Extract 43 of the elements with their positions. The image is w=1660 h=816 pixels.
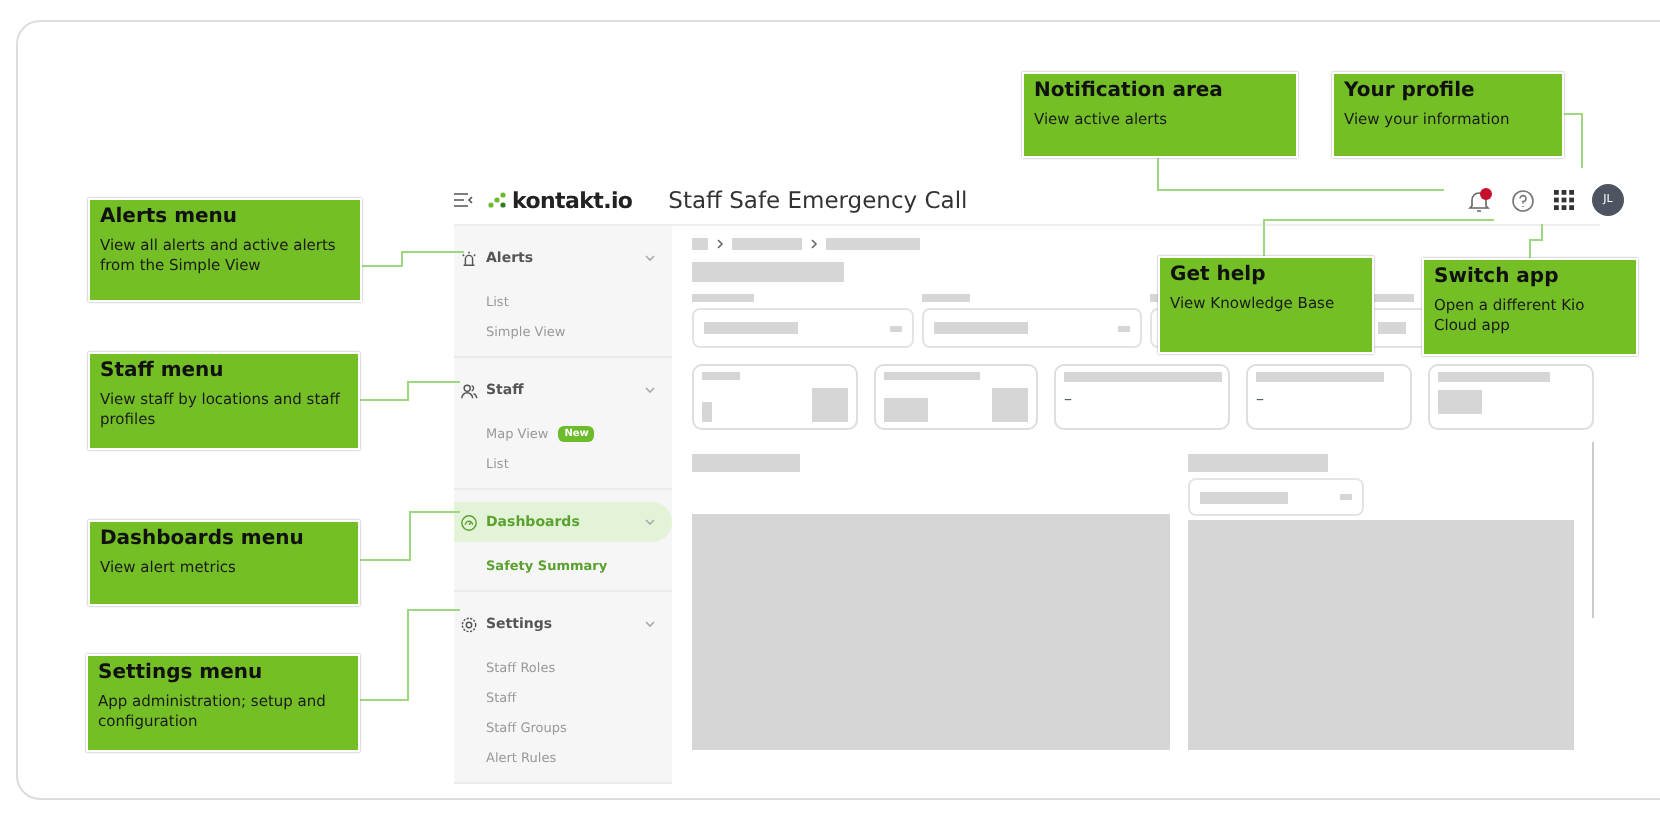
chevron-icon[interactable] — [644, 620, 656, 628]
filter-field[interactable] — [1188, 478, 1364, 516]
filter-field[interactable] — [922, 308, 1142, 348]
callout-title: Your profile — [1344, 80, 1477, 102]
callout-title: Settings menu — [98, 662, 265, 684]
stat-value: – — [1256, 390, 1264, 410]
callout-title: Alerts menu — [100, 206, 240, 228]
chevron-icon — [810, 238, 818, 250]
collapse-menu-icon[interactable] — [454, 192, 474, 208]
loading-placeholder — [826, 238, 920, 250]
callout-title: Switch app — [1434, 266, 1561, 288]
loading-placeholder — [1378, 322, 1406, 334]
callout-title: Staff menu — [100, 360, 226, 382]
chevron-icon[interactable] — [644, 518, 656, 526]
logo-icon — [488, 192, 506, 208]
leader-line — [357, 381, 461, 401]
leader-line — [1529, 223, 1543, 259]
help-icon[interactable] — [1512, 189, 1534, 211]
stat-value: – — [1064, 390, 1072, 410]
loading-placeholder — [1188, 454, 1328, 472]
gauge-icon — [460, 513, 478, 531]
siren-icon — [460, 249, 478, 267]
loading-placeholder — [732, 238, 802, 250]
loading-placeholder — [692, 294, 754, 302]
settings-icon — [460, 615, 478, 633]
app-title: Staff Safe Emergency Call — [668, 186, 970, 214]
chevron-icon[interactable] — [644, 386, 656, 394]
leader-line — [1561, 113, 1583, 169]
loading-placeholder — [692, 238, 708, 250]
leader-line — [357, 511, 461, 561]
filter-field[interactable] — [692, 308, 914, 348]
chevron-icon[interactable] — [644, 254, 656, 262]
people-icon — [460, 381, 478, 399]
leader-line — [357, 609, 461, 701]
app-grid-icon[interactable] — [1554, 190, 1574, 210]
callout-title: Notification area — [1034, 80, 1225, 102]
loading-placeholder — [692, 454, 800, 472]
loading-placeholder — [922, 294, 970, 302]
callout-title: Get help — [1170, 264, 1268, 286]
brand-logo: kontakt.io — [488, 187, 633, 213]
chevron-icon — [716, 238, 724, 250]
callout-title: Dashboards menu — [100, 528, 306, 550]
notification-bell-icon[interactable] — [1468, 187, 1492, 213]
